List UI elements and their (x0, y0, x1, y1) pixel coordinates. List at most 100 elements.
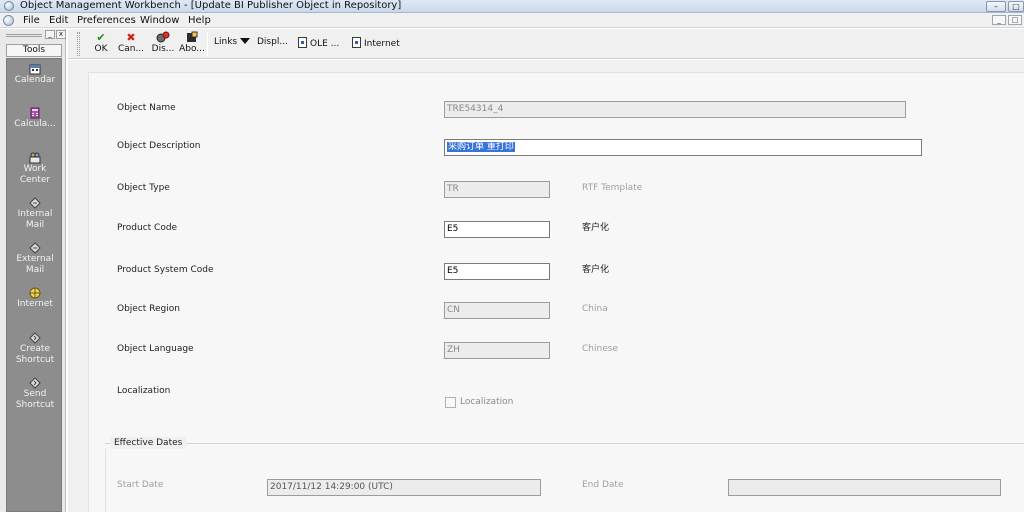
display-label: Dis... (151, 44, 175, 54)
tool-calculator[interactable]: Calcula... (7, 107, 63, 130)
tool-label: Calendar (14, 75, 56, 85)
localization-label: Localization (117, 386, 171, 396)
end-date-field[interactable] (728, 479, 1001, 496)
start-date-label: Start Date (117, 480, 164, 490)
document-icon (352, 37, 361, 48)
tool-label: External Mail (16, 254, 54, 275)
tool-create-shortcut[interactable]: Create Shortcut (7, 332, 63, 366)
minimize-button[interactable]: – (986, 1, 1006, 12)
localization-checkbox[interactable] (445, 397, 456, 408)
internet-link[interactable]: Internet (352, 37, 400, 50)
external-mail-icon (29, 242, 41, 254)
product-system-code-description: 客户化 (582, 265, 610, 275)
app-icon (4, 1, 14, 11)
ok-button[interactable]: ✔ OK (92, 31, 110, 57)
object-description-label: Object Description (117, 141, 201, 151)
tool-external-mail[interactable]: External Mail (7, 242, 63, 276)
menu-edit[interactable]: Edit (49, 14, 68, 27)
ole-label: OLE ... (310, 39, 340, 49)
calculator-icon (29, 107, 41, 119)
object-name-field[interactable]: TRE54314_4 (444, 101, 906, 118)
tool-calendar[interactable]: Calendar (7, 63, 63, 86)
tool-label: Work Center (19, 164, 51, 185)
tool-label: Internet (17, 299, 53, 309)
ok-label: OK (94, 44, 108, 54)
document-icon (298, 37, 307, 48)
tools-pane: _ x Tools Calendar Calcula... Work Cente… (0, 29, 66, 512)
title-bar: Object Management Workbench - [Update BI… (0, 0, 1024, 13)
toolbar: ✔ OK ✖ Can... Dis... Abo... Links Displ.… (68, 29, 1024, 59)
tools-pane-controls: _ x (0, 29, 66, 41)
menu-preferences[interactable]: Preferences (77, 14, 136, 27)
mdi-minimize-button[interactable]: _ (992, 15, 1006, 25)
menu-window[interactable]: Window (140, 14, 179, 27)
object-type-description: RTF Template (582, 183, 643, 193)
send-shortcut-icon (29, 377, 41, 389)
cancel-label: Can... (117, 44, 145, 54)
display-link[interactable]: Displ... (257, 37, 288, 48)
product-code-field[interactable]: E5 (444, 221, 550, 238)
object-language-description: Chinese (582, 344, 618, 354)
object-region-field[interactable]: CN (444, 302, 550, 319)
tool-label: Internal Mail (17, 209, 53, 230)
about-icon (179, 31, 205, 44)
product-system-code-label: Product System Code (117, 265, 214, 275)
window-title: Object Management Workbench - [Update BI… (20, 0, 402, 11)
product-code-label: Product Code (117, 223, 178, 233)
localization-checkbox-label: Localization (460, 397, 514, 407)
tools-pane-minimize-button[interactable]: _ (45, 30, 55, 39)
about-button[interactable]: Abo... (179, 31, 205, 57)
selected-text: 采购订单 重打印 (447, 142, 515, 152)
form-area: Object Name TRE54314_4 Object Descriptio… (68, 60, 1024, 512)
object-language-field[interactable]: ZH (444, 342, 550, 359)
display-link-label: Displ... (257, 37, 288, 47)
pane-grip[interactable] (6, 34, 42, 37)
tools-list: Calendar Calcula... Work Center Internal… (6, 58, 62, 512)
tool-label: Calcula... (14, 119, 56, 129)
menu-bar: File Edit Preferences Window Help _ □ (0, 13, 1024, 28)
tools-header[interactable]: Tools (6, 44, 62, 57)
dropdown-arrow-icon (240, 38, 251, 44)
links-label: Links (214, 37, 238, 47)
document-window-icon[interactable] (3, 15, 14, 26)
internal-mail-icon (29, 197, 41, 209)
start-date-field[interactable]: 2017/11/12 14:29:00 (UTC) (267, 479, 541, 496)
internet-label: Internet (364, 39, 400, 49)
tool-label: Send Shortcut (15, 389, 55, 410)
display-icon (150, 31, 176, 44)
display-button[interactable]: Dis... (150, 31, 176, 57)
effective-dates-title: Effective Dates (110, 437, 187, 449)
end-date-label: End Date (582, 480, 624, 490)
object-language-label: Object Language (117, 344, 194, 354)
object-region-description: China (582, 304, 608, 314)
product-code-description: 客户化 (582, 223, 610, 233)
mdi-restore-button[interactable]: □ (1008, 15, 1022, 25)
work-center-icon (29, 152, 41, 164)
toolbar-grip[interactable] (77, 32, 80, 56)
menu-help[interactable]: Help (188, 14, 211, 27)
tool-work-center[interactable]: Work Center (7, 152, 63, 186)
product-system-code-field[interactable]: E5 (444, 263, 550, 280)
object-region-label: Object Region (117, 304, 180, 314)
about-label: Abo... (179, 44, 205, 54)
cancel-button[interactable]: ✖ Can... (117, 31, 145, 57)
object-type-field[interactable]: TR (444, 181, 550, 198)
object-name-label: Object Name (117, 103, 176, 113)
maximize-button[interactable]: □ (1008, 1, 1024, 12)
object-description-field[interactable]: 采购订单 重打印 (444, 139, 922, 156)
create-shortcut-icon (29, 332, 41, 344)
tool-internal-mail[interactable]: Internal Mail (7, 197, 63, 231)
internet-icon (29, 287, 41, 299)
calendar-icon (29, 63, 41, 75)
ole-link[interactable]: OLE ... (298, 37, 339, 50)
checkmark-icon: ✔ (96, 31, 106, 44)
tool-label: Create Shortcut (15, 344, 55, 365)
cancel-x-icon: ✖ (126, 31, 136, 44)
tool-internet[interactable]: Internet (7, 287, 63, 310)
tool-send-shortcut[interactable]: Send Shortcut (7, 377, 63, 411)
toolbar-separator (207, 32, 208, 56)
tools-pane-close-button[interactable]: x (56, 30, 66, 39)
menu-file[interactable]: File (23, 14, 40, 27)
object-type-label: Object Type (117, 183, 170, 193)
links-menu[interactable]: Links (214, 37, 254, 48)
